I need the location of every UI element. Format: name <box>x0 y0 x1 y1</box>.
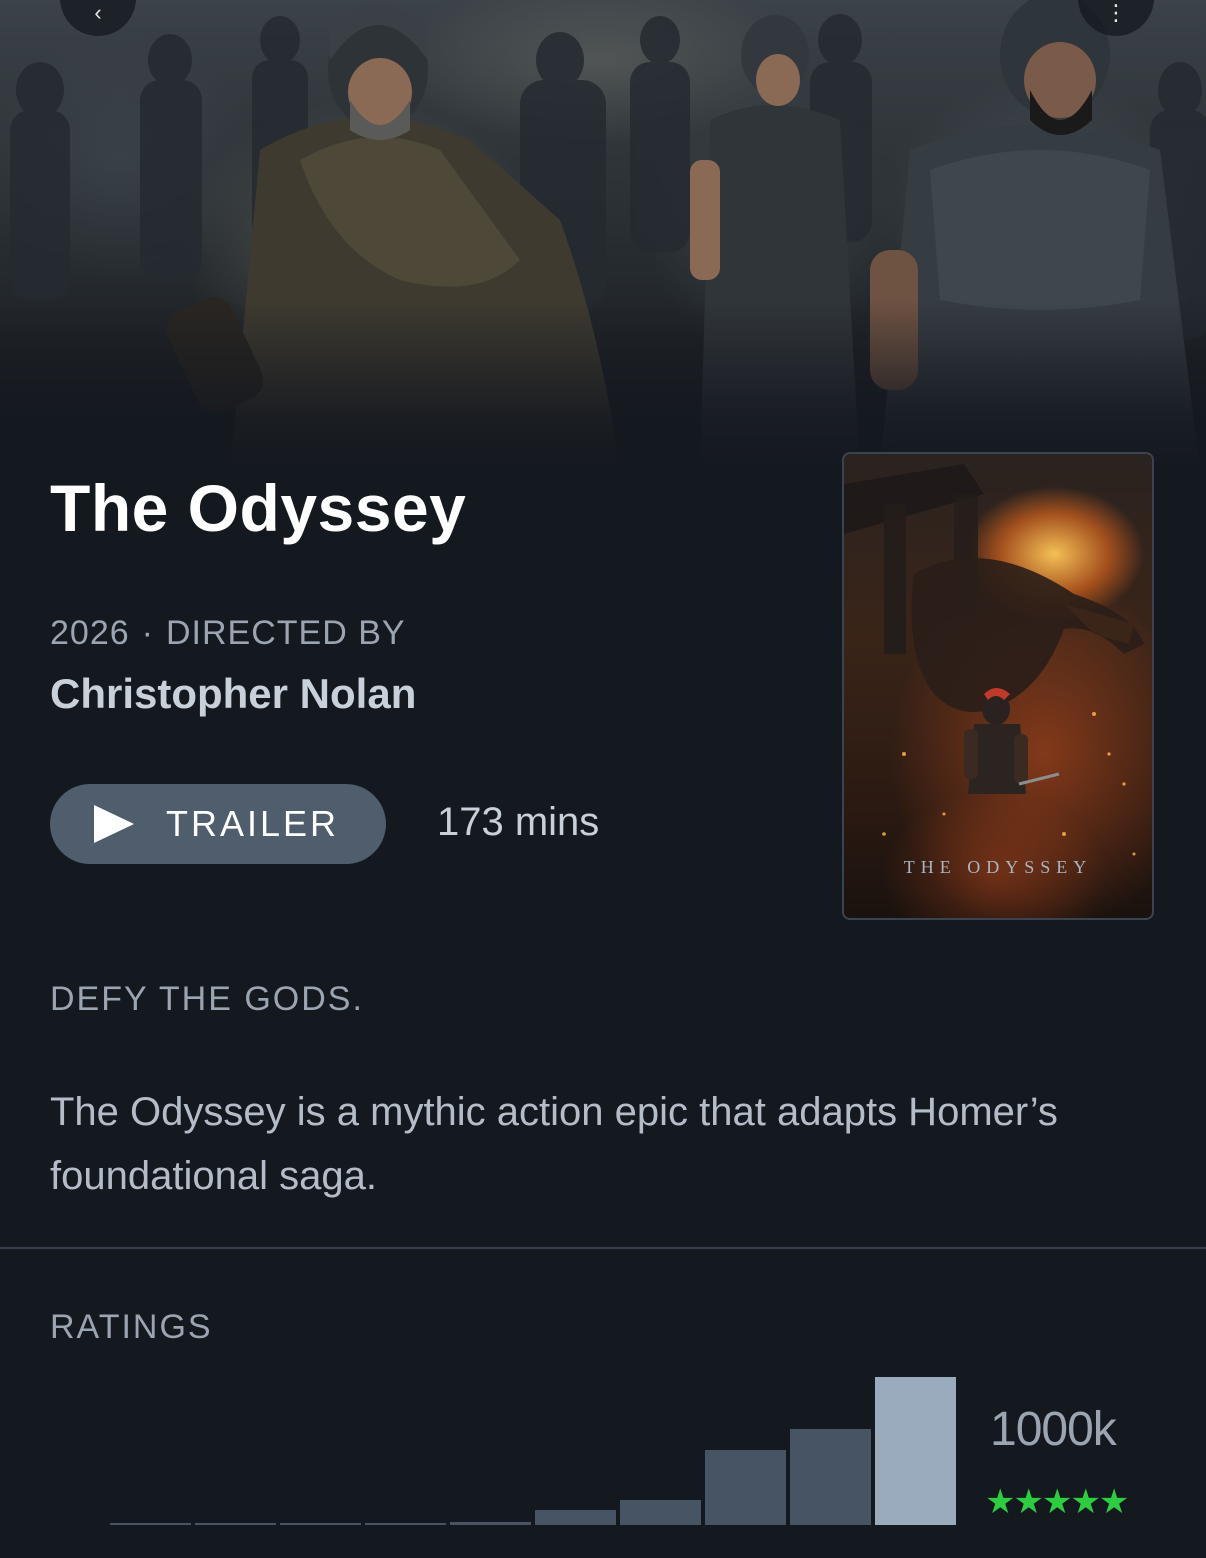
hero-gradient-overlay <box>0 300 1206 470</box>
ratings-histogram[interactable] <box>110 1370 960 1525</box>
ratings-histogram-bar[interactable] <box>280 1523 361 1525</box>
ratings-histogram-bar[interactable] <box>790 1429 871 1525</box>
hero-backdrop-image: ‹ ⋮ <box>0 0 1206 470</box>
trailer-button[interactable]: TRAILER <box>50 784 386 864</box>
section-divider <box>0 1247 1206 1249</box>
overview-text: The Odyssey is a mythic action epic that… <box>50 1090 1058 1198</box>
poster-art <box>844 464 1144 856</box>
ratings-histogram-bar[interactable] <box>875 1377 956 1525</box>
play-icon <box>94 805 134 843</box>
release-year[interactable]: 2026 <box>50 614 130 652</box>
ratings-histogram-bar[interactable] <box>535 1510 616 1525</box>
ratings-histogram-bar[interactable] <box>365 1523 446 1525</box>
tagline: DEFY THE GODS. <box>50 980 364 1018</box>
ratings-histogram-bar[interactable] <box>195 1523 276 1525</box>
ratings-count: 1000k <box>990 1403 1117 1456</box>
more-vertical-icon: ⋮ <box>1105 0 1127 25</box>
ratings-histogram-bar[interactable] <box>620 1500 701 1525</box>
poster-title-text: THE ODYSSEY <box>903 857 1093 877</box>
movie-poster[interactable]: THE ODYSSEY <box>842 452 1154 920</box>
director-name[interactable]: Christopher Nolan <box>50 670 416 718</box>
trailer-button-label: TRAILER <box>166 803 340 844</box>
ratings-histogram-bar[interactable] <box>705 1450 786 1525</box>
runtime: 173 mins <box>437 800 600 844</box>
movie-title: The Odyssey <box>50 471 467 545</box>
star-rating-icon: ★★★★★ <box>985 1483 1129 1521</box>
chevron-left-icon: ‹ <box>94 0 102 25</box>
release-and-director-label: 2026 · DIRECTED BY <box>50 614 406 653</box>
ratings-histogram-bar[interactable] <box>450 1522 531 1525</box>
separator-dot: · <box>141 614 154 652</box>
ratings-histogram-bar[interactable] <box>110 1523 191 1525</box>
directed-by-label: DIRECTED BY <box>165 614 406 652</box>
ratings-heading: RATINGS <box>50 1308 213 1346</box>
